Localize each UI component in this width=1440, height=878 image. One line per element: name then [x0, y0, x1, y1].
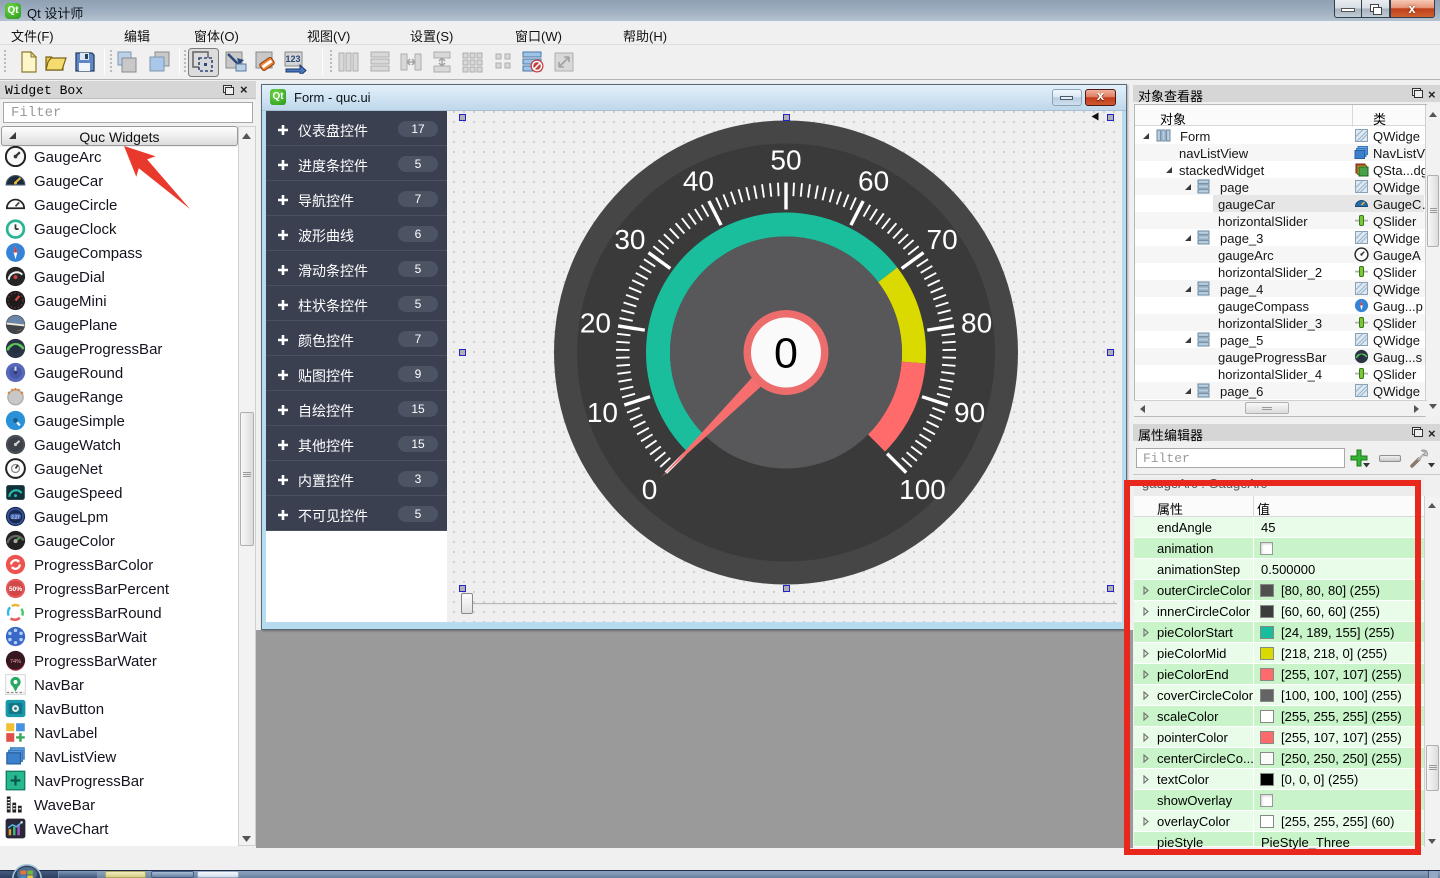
svg-text:100: 100 [899, 474, 946, 505]
svg-text:10: 10 [587, 397, 618, 428]
svg-text:60: 60 [858, 166, 889, 197]
svg-text:30: 30 [614, 224, 645, 255]
svg-text:90: 90 [954, 397, 985, 428]
svg-text:2.27: 2.27 [11, 514, 20, 519]
svg-text:20: 20 [580, 307, 611, 338]
svg-text:50%: 50% [9, 586, 22, 593]
svg-text:80: 80 [961, 307, 992, 338]
svg-text:0: 0 [642, 474, 658, 505]
svg-text:0: 0 [774, 330, 798, 378]
svg-text:70: 70 [927, 224, 958, 255]
svg-text:123: 123 [285, 54, 300, 64]
svg-text:50: 50 [770, 145, 801, 176]
svg-text:40: 40 [683, 166, 714, 197]
svg-text:74%: 74% [10, 659, 21, 665]
